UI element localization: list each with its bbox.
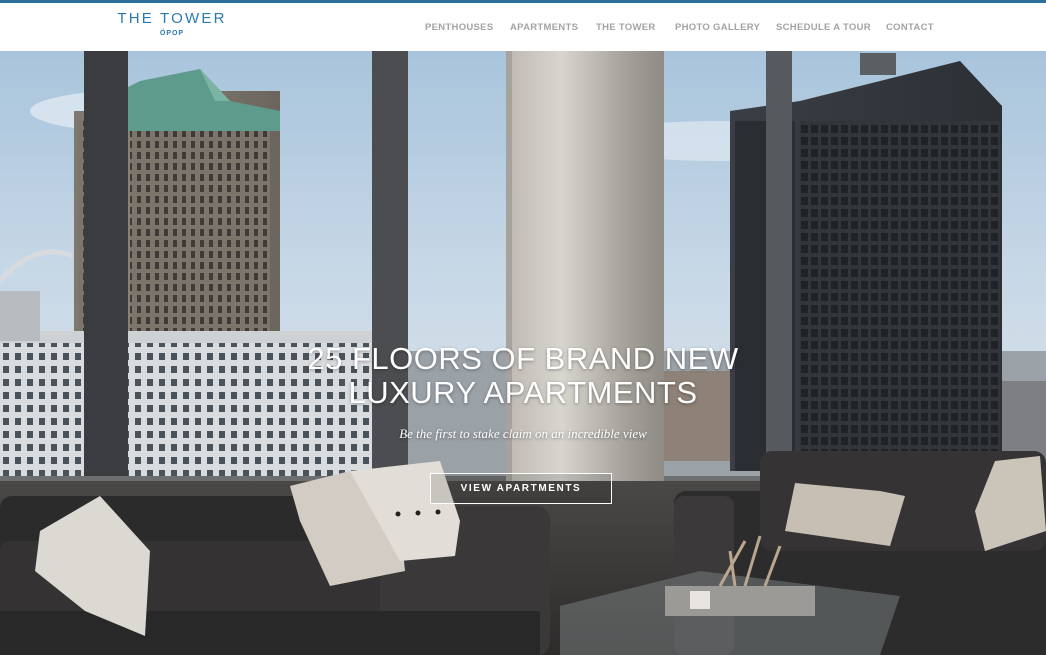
- nav-penthouses[interactable]: PENTHOUSES: [425, 22, 493, 33]
- logo-title: THE TOWER: [117, 10, 227, 27]
- hero-subheadline: Be the first to stake claim on an incred…: [399, 426, 647, 441]
- nav-contact[interactable]: CONTACT: [886, 22, 934, 33]
- hero-headline-line-2: LUXURY APARTMENTS: [348, 375, 698, 410]
- nav-apartments[interactable]: APARTMENTS: [510, 22, 578, 33]
- hero-section: 25 FLOORS OF BRAND NEW LUXURY APARTMENTS…: [0, 51, 1046, 655]
- hero-headline: 25 FLOORS OF BRAND NEW LUXURY APARTMENTS: [273, 342, 773, 410]
- nav-the-tower[interactable]: THE TOWER: [596, 22, 656, 33]
- site-header: THE TOWER ÖPOP PENTHOUSES APARTMENTS THE…: [0, 0, 1046, 51]
- hero-headline-line-1: 25 FLOORS OF BRAND NEW: [307, 341, 739, 376]
- view-apartments-button[interactable]: VIEW APARTMENTS: [430, 473, 612, 504]
- site-logo[interactable]: THE TOWER ÖPOP: [112, 10, 232, 37]
- hero-copy: 25 FLOORS OF BRAND NEW LUXURY APARTMENTS…: [0, 51, 1046, 655]
- nav-schedule-tour[interactable]: SCHEDULE A TOUR: [776, 22, 871, 33]
- nav-photo-gallery[interactable]: PHOTO GALLERY: [675, 22, 760, 33]
- logo-subtitle: ÖPOP: [159, 30, 185, 37]
